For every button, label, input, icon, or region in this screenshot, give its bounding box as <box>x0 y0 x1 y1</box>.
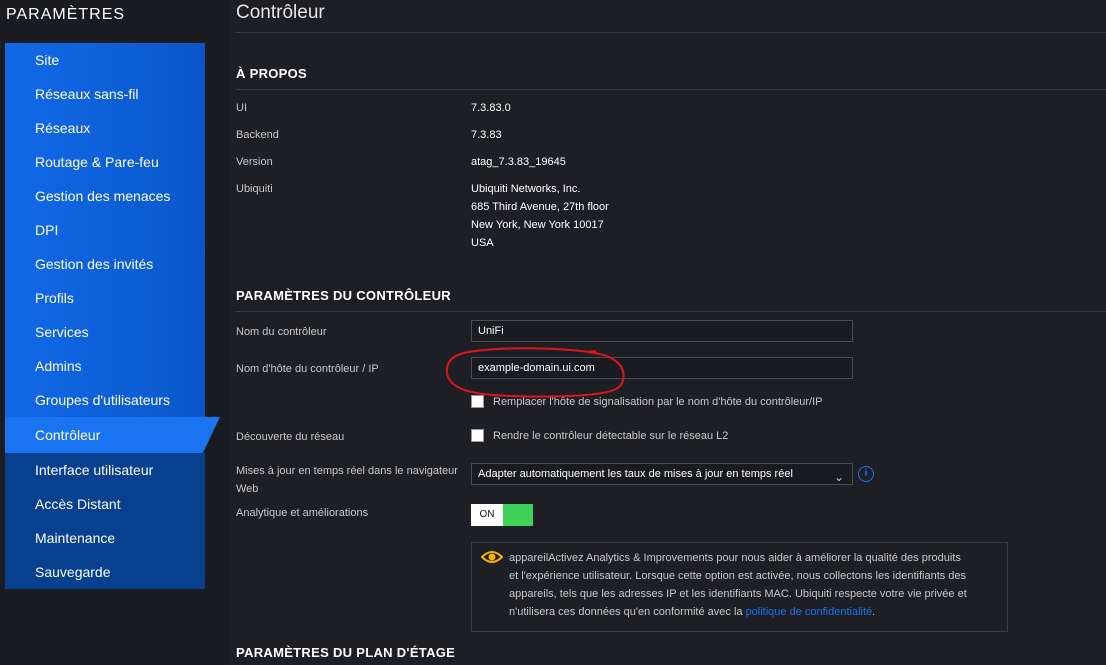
controller-name-input[interactable]: UniFi <box>471 320 853 342</box>
toggle-knob <box>503 504 533 526</box>
notice-text: n'utilisera ces données qu'en conformité… <box>509 606 746 618</box>
address-line: Ubiquiti Networks, Inc. <box>471 183 581 195</box>
notice-line: appareilActivez Analytics & Improvements… <box>509 552 961 564</box>
ui-version-label: UI <box>236 102 247 114</box>
sidebar-item-threat-management[interactable]: Gestion des menaces <box>5 179 205 213</box>
divider <box>236 89 1106 90</box>
sidebar-item-wireless-networks[interactable]: Réseaux sans-fil <box>5 77 205 111</box>
sidebar-item-networks[interactable]: Réseaux <box>5 111 205 145</box>
controller-hostname-label: Nom d'hôte du contrôleur / IP <box>236 363 379 375</box>
analytics-toggle[interactable]: ON <box>471 504 533 526</box>
sidebar-title: PARAMÈTRES <box>6 6 126 23</box>
divider <box>236 32 1106 33</box>
ubiquiti-address: Ubiquiti Networks, Inc. 685 Third Avenue… <box>471 180 609 252</box>
controller-hostname-input[interactable]: example-domain.ui.com <box>471 357 853 379</box>
backend-version-value: 7.3.83 <box>471 129 502 141</box>
sidebar-item-services[interactable]: Services <box>5 315 205 349</box>
sidebar-item-user-interface[interactable]: Interface utilisateur <box>5 453 205 487</box>
floorplan-section-title: PARAMÈTRES DU PLAN D'ÉTAGE <box>236 645 456 660</box>
sidebar-item-backup[interactable]: Sauvegarde <box>5 555 205 589</box>
realtime-updates-label-line: Mises à jour en temps réel dans le navig… <box>236 465 458 477</box>
notice-line: appareils, tels que les adresses IP et l… <box>509 588 967 600</box>
network-discovery-checkbox[interactable] <box>471 429 484 442</box>
sidebar-nav: Site Réseaux sans-fil Réseaux Routage & … <box>5 43 220 589</box>
privacy-policy-link[interactable]: politique de confidentialité <box>746 606 873 618</box>
override-inform-host-checkbox[interactable] <box>471 395 484 408</box>
sidebar-item-maintenance[interactable]: Maintenance <box>5 521 205 555</box>
address-line: 685 Third Avenue, 27th floor <box>471 201 609 213</box>
ubiquiti-label: Ubiquiti <box>236 183 273 195</box>
sidebar: PARAMÈTRES Site Réseaux sans-fil Réseaux… <box>0 0 230 665</box>
sidebar-item-dpi[interactable]: DPI <box>5 213 205 247</box>
realtime-updates-select[interactable]: Adapter automatiquement les taux de mise… <box>471 463 853 485</box>
sidebar-item-controller[interactable]: Contrôleur <box>5 417 220 453</box>
controller-name-label: Nom du contrôleur <box>236 326 327 338</box>
analytics-label: Analytique et améliorations <box>236 507 369 519</box>
override-inform-host-row[interactable]: Remplacer l'hôte de signalisation par le… <box>471 395 823 408</box>
info-icon[interactable]: i <box>858 466 874 482</box>
backend-version-label: Backend <box>236 129 279 141</box>
address-line: USA <box>471 237 494 249</box>
ui-version-value: 7.3.83.0 <box>471 102 511 114</box>
notice-line: et l'expérience utilisateur. Lorsque cet… <box>509 570 967 582</box>
version-label: Version <box>236 156 273 168</box>
version-value: atag_7.3.83_19645 <box>471 156 566 168</box>
override-inform-host-label: Remplacer l'hôte de signalisation par le… <box>493 395 823 408</box>
eye-icon <box>481 551 503 563</box>
about-section-title: À PROPOS <box>236 66 308 81</box>
controller-section-title: PARAMÈTRES DU CONTRÔLEUR <box>236 288 451 303</box>
sidebar-item-routing-firewall[interactable]: Routage & Pare-feu <box>5 145 205 179</box>
notice-line-last: n'utilisera ces données qu'en conformité… <box>509 603 997 621</box>
chevron-down-icon: ⌄ <box>833 470 844 484</box>
notice-period: . <box>872 606 876 618</box>
divider <box>236 311 1106 312</box>
sidebar-item-user-groups[interactable]: Groupes d'utilisateurs <box>5 383 205 417</box>
sidebar-item-guest-control[interactable]: Gestion des invités <box>5 247 205 281</box>
sidebar-item-profiles[interactable]: Profils <box>5 281 205 315</box>
analytics-notice: appareilActivez Analytics & Improvements… <box>471 542 1008 632</box>
network-discovery-row[interactable]: Rendre le contrôleur détectable sur le r… <box>471 429 728 442</box>
page-title: Contrôleur <box>236 2 325 23</box>
realtime-updates-label: Mises à jour en temps réel dans le navig… <box>236 462 458 498</box>
network-discovery-label: Découverte du réseau <box>236 431 345 443</box>
sidebar-item-site[interactable]: Site <box>5 43 205 77</box>
network-discovery-checkbox-label: Rendre le contrôleur détectable sur le r… <box>493 429 729 442</box>
sidebar-item-admins[interactable]: Admins <box>5 349 205 383</box>
realtime-updates-selected-value: Adapter automatiquement les taux de mise… <box>478 468 793 480</box>
sidebar-item-remote-access[interactable]: Accès Distant <box>5 487 205 521</box>
realtime-updates-label-line: Web <box>236 483 259 495</box>
analytics-toggle-state: ON <box>471 504 503 526</box>
address-line: New York, New York 10017 <box>471 219 604 231</box>
